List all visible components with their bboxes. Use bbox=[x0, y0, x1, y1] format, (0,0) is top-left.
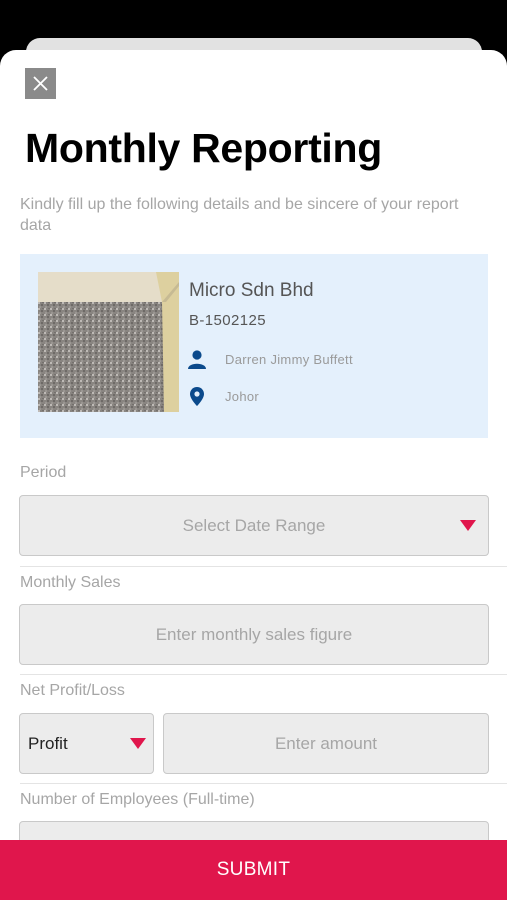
profit-loss-select[interactable]: Profit bbox=[19, 713, 154, 774]
location-name: Johor bbox=[225, 388, 260, 404]
period-placeholder: Select Date Range bbox=[182, 515, 326, 535]
monthly-sales-input[interactable]: Enter monthly sales figure bbox=[19, 604, 489, 665]
owner-name: Darren Jimmy Buffett bbox=[225, 351, 353, 367]
monthly-report-sheet: Monthly Reporting Kindly fill up the fol… bbox=[0, 50, 507, 900]
location-pin-icon bbox=[186, 385, 208, 407]
submit-button[interactable]: SUBMIT bbox=[0, 840, 507, 900]
person-icon bbox=[186, 348, 208, 370]
employees-label: Number of Employees (Full-time) bbox=[20, 791, 255, 808]
business-name: Micro Sdn Bhd bbox=[189, 280, 314, 301]
dropdown-arrow-icon bbox=[460, 520, 476, 531]
page-subtitle: Kindly fill up the following details and… bbox=[20, 196, 459, 234]
business-photo bbox=[38, 272, 179, 412]
period-label: Period bbox=[20, 464, 67, 481]
close-icon bbox=[33, 76, 48, 91]
amount-placeholder: Enter amount bbox=[274, 733, 378, 753]
divider bbox=[20, 566, 507, 567]
location-row: Johor bbox=[186, 385, 259, 407]
monthly-sales-placeholder: Enter monthly sales figure bbox=[155, 624, 353, 644]
business-card: Micro Sdn Bhd B-1502125 Darren Jimmy Buf… bbox=[20, 254, 488, 438]
profit-loss-value: Profit bbox=[28, 733, 68, 753]
dropdown-arrow-icon bbox=[130, 738, 146, 749]
monthly-sales-label: Monthly Sales bbox=[20, 574, 121, 591]
page-title: Monthly Reporting bbox=[25, 125, 383, 171]
business-registration-number: B-1502125 bbox=[189, 312, 266, 329]
divider bbox=[20, 674, 507, 675]
period-select[interactable]: Select Date Range bbox=[19, 495, 489, 556]
divider bbox=[20, 783, 507, 784]
owner-row: Darren Jimmy Buffett bbox=[186, 348, 353, 370]
amount-input[interactable]: Enter amount bbox=[163, 713, 489, 774]
close-button[interactable] bbox=[25, 68, 56, 99]
net-profit-label: Net Profit/Loss bbox=[20, 682, 125, 699]
